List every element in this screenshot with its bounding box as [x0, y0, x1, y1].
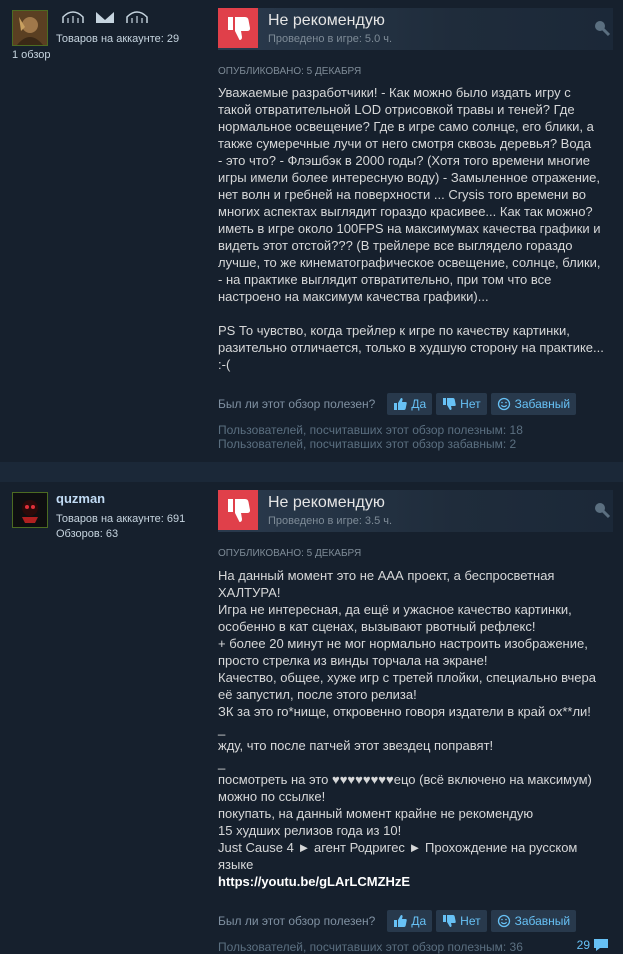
- helpful-question: Был ли этот обзор полезен?: [218, 397, 376, 411]
- review-line: Уважаемые разработчики! - Как можно было…: [218, 85, 571, 100]
- review-line: Качество, общее, хуже игр с третей плойк…: [218, 670, 596, 685]
- vote-no-button[interactable]: Нет: [436, 910, 487, 932]
- review-line: разительно отличается, только в худшую с…: [218, 340, 604, 355]
- posted-date: ОПУБЛИКОВАНО: 5 ДЕКАБРЯ: [218, 66, 362, 77]
- thumb-down-icon: [443, 915, 456, 927]
- review-line: нет волн и гребней на поверхности ... Cr…: [218, 187, 586, 202]
- vote-no-label: Нет: [460, 397, 481, 411]
- review-line: многих аспектах выглядит гораздо красиве…: [218, 204, 593, 219]
- reviews-count[interactable]: Обзоров: 63: [56, 528, 118, 540]
- vote-title: Не рекомендую: [268, 494, 385, 511]
- review-line: иметь в игре около 100FPS на максимумах …: [218, 221, 601, 236]
- review-line: лучше, то же кинематографическое освещен…: [218, 255, 601, 270]
- vote-no-button[interactable]: Нет: [436, 393, 487, 415]
- review-line: можно по ссылке!: [218, 789, 326, 804]
- review-line: _: [218, 721, 226, 736]
- award-icon[interactable]: [593, 501, 611, 519]
- award-icon[interactable]: [593, 19, 611, 37]
- comments-link[interactable]: 29: [577, 938, 609, 952]
- review-line: - это что? - Флэшбэк в 2000 годы? (Хотя …: [218, 153, 590, 168]
- review-line: посмотреть на это ♥♥♥♥♥♥♥♥ецо (всё включ…: [218, 772, 592, 787]
- review-line: покупать, на данный момент крайне не рек…: [218, 806, 534, 821]
- review-author-block: quzman Товаров на аккаунте: 691 Обзоров:…: [12, 491, 202, 540]
- review-line: языке: [218, 857, 254, 872]
- review-card: Товаров на аккаунте: 29 1 обзор Не реком…: [0, 0, 623, 462]
- review-line: PS То чувство, когда трейлер к игре по к…: [218, 323, 570, 338]
- vote-header[interactable]: Не рекомендую Проведено в игре: 3.5 ч.: [218, 490, 613, 532]
- review-line: :-(: [218, 357, 231, 372]
- review-line: видеть этот отстой??? (В трейлере все вы…: [218, 238, 573, 253]
- smiley-icon: [497, 397, 510, 411]
- review-line: такой отвратительной LOD отрисовкой трав…: [218, 102, 575, 117]
- hours-played: Проведено в игре: 3.5 ч.: [268, 515, 393, 527]
- review-line: просто стрелка из винды торчала на экран…: [218, 653, 488, 668]
- review-line: + более 20 минут не мог нормально настро…: [218, 636, 588, 651]
- helpful-row: Был ли этот обзор полезен? Да Нет Забавн…: [218, 393, 580, 415]
- vote-yes-label: Да: [411, 914, 427, 928]
- badge-icon: [96, 12, 114, 23]
- helpful-count: Пользователей, посчитавших этот обзор по…: [218, 940, 523, 954]
- thumb-down-icon: [218, 8, 258, 48]
- smiley-icon: [497, 914, 510, 928]
- youtube-link[interactable]: https://youtu.be/gLArLCMZHzE: [218, 873, 611, 890]
- helpful-row: Был ли этот обзор полезен? Да Нет Забавн…: [218, 910, 580, 932]
- review-line: - на практике выглядит отвратительно, пр…: [218, 272, 552, 287]
- hours-played: Проведено в игре: 5.0 ч.: [268, 33, 393, 45]
- review-divider: [0, 462, 623, 482]
- review-line: ЗК за это го*нище, откровенно говоря изд…: [218, 704, 591, 719]
- review-line: игры имели более интересную воду) - Замы…: [218, 170, 601, 185]
- thumb-up-icon: [394, 915, 408, 927]
- products-on-account[interactable]: Товаров на аккаунте: 29: [56, 33, 179, 45]
- vote-funny-button[interactable]: Забавный: [490, 910, 577, 932]
- review-line: её запустил, после этого релиза!: [218, 687, 417, 702]
- review-line: ХАЛТУРА!: [218, 585, 281, 600]
- review-text: На данный момент это не ААА проект, а бе…: [218, 567, 611, 890]
- review-line: особенно в кат сценах, вызывают рвотный …: [218, 619, 536, 634]
- vote-funny-button[interactable]: Забавный: [490, 393, 577, 415]
- author-name[interactable]: quzman: [56, 491, 105, 506]
- review-line: 15 худших релизов года из 10!: [218, 823, 402, 838]
- vote-funny-label: Забавный: [514, 914, 571, 928]
- vote-no-label: Нет: [460, 914, 481, 928]
- review-line: настроено на максимум качества графики).…: [218, 289, 489, 304]
- review-author-block: Товаров на аккаунте: 29 1 обзор: [12, 10, 202, 61]
- vote-funny-label: Забавный: [514, 397, 571, 411]
- avatar[interactable]: [12, 492, 48, 528]
- funny-count: Пользователей, посчитавших этот обзор за…: [218, 437, 517, 451]
- posted-date: ОПУБЛИКОВАНО: 5 ДЕКАБРЯ: [218, 548, 362, 559]
- comments-count: 29: [576, 938, 590, 952]
- thumb-up-icon: [394, 398, 408, 410]
- comment-icon: [594, 939, 608, 951]
- vote-title: Не рекомендую: [268, 12, 385, 29]
- thumb-down-icon: [443, 398, 456, 410]
- review-line: также сумеречные лучи от него смотря скв…: [218, 136, 592, 151]
- helpful-count: Пользователей, посчитавших этот обзор по…: [218, 423, 523, 437]
- thumb-down-icon: [218, 490, 258, 530]
- review-text: Уважаемые разработчики! - Как можно было…: [218, 84, 611, 373]
- review-line: Just Cause 4 ► агент Родригес ► Прохожде…: [218, 840, 578, 855]
- review-line: На данный момент это не ААА проект, а бе…: [218, 568, 555, 583]
- review-line: Игра не интересная, да ещё и ужасное кач…: [218, 602, 572, 617]
- avatar[interactable]: [12, 10, 48, 46]
- vote-yes-button[interactable]: Да: [387, 393, 433, 415]
- helpful-question: Был ли этот обзор полезен?: [218, 914, 376, 928]
- vote-yes-label: Да: [411, 397, 427, 411]
- review-card: quzman Товаров на аккаунте: 691 Обзоров:…: [0, 482, 623, 954]
- review-line: нормальное освещение? Где в игре само со…: [218, 119, 594, 134]
- review-line: _: [218, 755, 226, 770]
- badge-icon: [126, 11, 148, 23]
- vote-yes-button[interactable]: Да: [387, 910, 433, 932]
- vote-header[interactable]: Не рекомендую Проведено в игре: 5.0 ч.: [218, 8, 613, 50]
- badges: [62, 10, 148, 24]
- reviews-count[interactable]: 1 обзор: [12, 49, 202, 61]
- review-line: жду, что после патчей этот звездец попра…: [218, 738, 494, 753]
- badge-icon: [62, 11, 84, 23]
- products-on-account[interactable]: Товаров на аккаунте: 691: [56, 513, 185, 525]
